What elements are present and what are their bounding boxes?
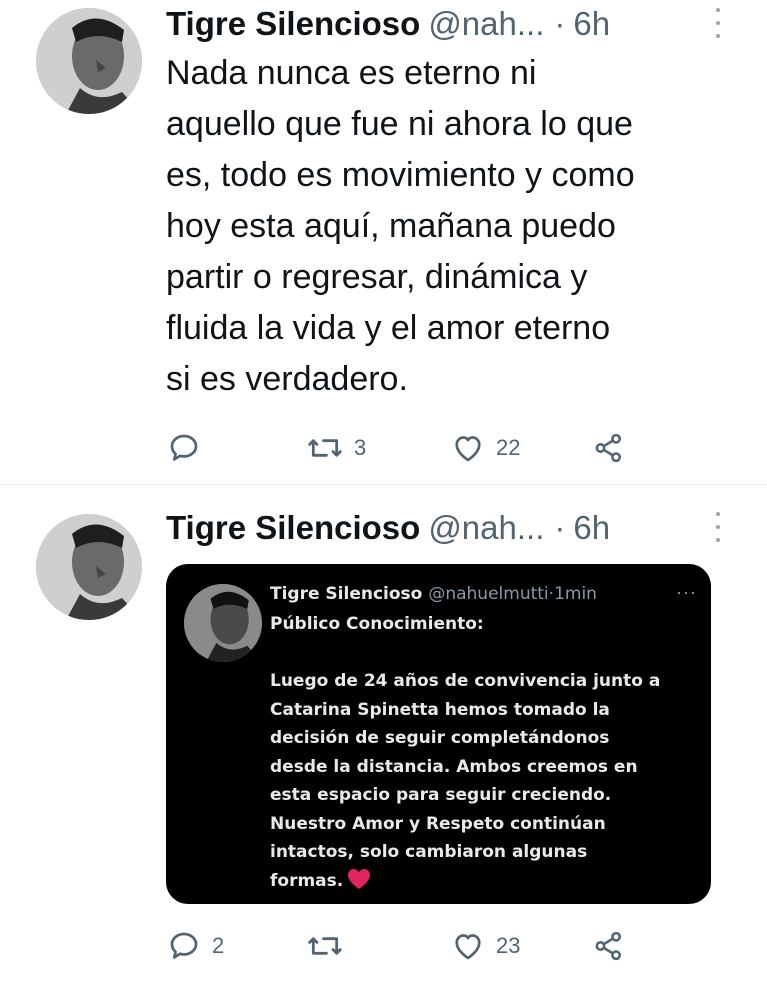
share-button[interactable] [592, 428, 626, 468]
tweet-time[interactable]: 6h [573, 5, 610, 43]
embedded-text-block: Público Conocimiento: Luego de 24 años d… [270, 610, 700, 895]
avatar-photo [36, 514, 142, 620]
share-icon [595, 433, 622, 463]
header-separator: · [554, 509, 566, 546]
embedded-author-handle: @nahuelmutti [428, 584, 549, 604]
reply-button[interactable]: 2 [166, 926, 224, 966]
embedded-header: Tigre Silencioso @nahuelmutti · 1min [270, 582, 597, 606]
embedded-more-icon: ··· [676, 582, 697, 602]
avatar[interactable] [36, 514, 142, 620]
avatar-photo [36, 8, 142, 114]
retweet-button[interactable]: 3 [306, 428, 366, 468]
embedded-text: Público Conocimiento: Luego de 24 años d… [270, 614, 661, 891]
author-name[interactable]: Tigre Silencioso [166, 509, 420, 547]
tweet-header: Tigre Silencioso @nah... · 6h [166, 2, 726, 46]
like-button[interactable]: 22 [450, 428, 520, 468]
more-options-icon[interactable] [710, 8, 726, 38]
author-handle[interactable]: @nah... [428, 509, 544, 547]
retweet-button[interactable] [306, 926, 354, 966]
header-separator: · [554, 5, 566, 42]
like-count: 22 [496, 435, 521, 460]
embedded-tweet-image[interactable]: Tigre Silencioso @nahuelmutti · 1min ···… [166, 564, 711, 904]
share-icon [595, 931, 622, 961]
author-name[interactable]: Tigre Silencioso [166, 5, 420, 43]
reply-icon [170, 932, 198, 959]
like-icon [455, 436, 481, 462]
tweet-actions: 3 22 [166, 428, 636, 468]
like-count: 23 [496, 933, 521, 958]
tweet-time[interactable]: 6h [573, 509, 610, 547]
reply-button[interactable] [166, 428, 212, 468]
reply-icon [170, 434, 198, 461]
embedded-time: 1min [554, 584, 597, 604]
reply-count: 2 [212, 933, 225, 958]
share-button[interactable] [592, 926, 626, 966]
avatar[interactable] [36, 8, 142, 114]
retweet-icon [308, 439, 342, 457]
tweet-header: Tigre Silencioso @nah... · 6h [166, 506, 726, 550]
embedded-avatar-photo [184, 584, 262, 662]
more-options-icon[interactable] [710, 512, 726, 542]
retweet-icon [308, 937, 342, 955]
like-button[interactable]: 23 [450, 926, 520, 966]
embedded-avatar [184, 584, 262, 662]
tweet-actions: 2 23 [166, 926, 636, 966]
like-icon [455, 934, 481, 960]
tweet-text: Nada nunca es eterno ni aquello que fue … [166, 54, 635, 398]
author-handle[interactable]: @nah... [428, 5, 544, 43]
embedded-author-name: Tigre Silencioso [270, 584, 423, 604]
heart-emoji-icon [348, 868, 371, 889]
tweet-divider [0, 484, 767, 485]
retweet-count: 3 [354, 435, 367, 460]
